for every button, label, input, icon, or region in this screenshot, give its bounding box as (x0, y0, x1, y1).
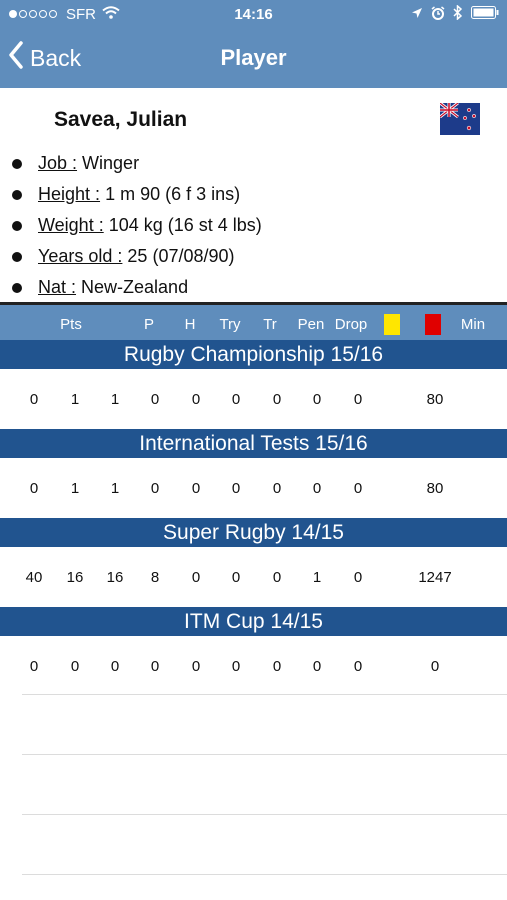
stats-row-super-rugby: 40 16 16 8 0 0 0 1 0 1247 (0, 547, 507, 607)
bullet (12, 282, 22, 293)
header-pts: Pts (60, 316, 82, 333)
player-attributes: Job : Winger Height : 1 m 90 (6 f 3 ins)… (12, 148, 262, 303)
stat-red: 0 (353, 480, 363, 497)
stat-try: 0 (150, 658, 160, 675)
section-title-super-rugby: Super Rugby 14/15 (0, 518, 507, 547)
stat-drop: 0 (272, 391, 282, 408)
nav-bar: Back Player (0, 30, 507, 88)
stats-row-international-tests: 0 1 1 0 0 0 0 0 0 80 (0, 458, 507, 518)
battery-icon (471, 6, 499, 23)
stat-yellow: 0 (312, 658, 322, 675)
stat-try: 0 (150, 480, 160, 497)
header-try: Try (219, 316, 241, 333)
attribute-weight: Weight : 104 kg (16 st 4 lbs) (12, 210, 262, 241)
attribute-key: Nat : (38, 277, 77, 297)
stat-yellow: 1 (312, 569, 322, 586)
attribute-key: Years old : (38, 246, 123, 266)
attribute-value: 1 m 90 (6 f 3 ins) (105, 184, 241, 204)
attribute-key: Height : (38, 184, 101, 204)
stat-drop: 0 (272, 480, 282, 497)
stat-drop: 0 (272, 569, 282, 586)
stat-tr: 0 (191, 391, 201, 408)
stat-pen: 0 (231, 391, 241, 408)
red-card-icon (425, 314, 441, 335)
bullet (12, 189, 22, 200)
stat-tr: 0 (191, 480, 201, 497)
header-p: P (143, 316, 155, 333)
header-drop: Drop (334, 316, 368, 333)
attribute-value: 25 (07/08/90) (127, 246, 235, 266)
stats-row-itm-cup: 0 0 0 0 0 0 0 0 0 0 (0, 636, 507, 696)
attribute-value: Winger (82, 153, 140, 173)
list-separator (22, 694, 507, 695)
stats-header: Pts P H Try Tr Pen Drop Min (0, 305, 507, 340)
stat-p: 16 (66, 569, 84, 586)
stat-tr: 0 (191, 569, 201, 586)
stat-h: 1 (110, 480, 120, 497)
section-title-itm-cup: ITM Cup 14/15 (0, 607, 507, 636)
header-pen: Pen (297, 316, 325, 333)
stat-h: 16 (106, 569, 124, 586)
stat-yellow: 0 (312, 480, 322, 497)
stat-yellow: 0 (312, 391, 322, 408)
yellow-card-icon (384, 314, 400, 335)
attribute-age: Years old : 25 (07/08/90) (12, 241, 262, 272)
stat-p: 1 (70, 391, 80, 408)
stat-pts: 0 (29, 658, 39, 675)
status-bar: SFR 14:16 (0, 0, 507, 30)
header-tr: Tr (263, 316, 277, 333)
page-title: Player (220, 45, 287, 70)
location-arrow-icon (411, 6, 423, 23)
stat-p: 1 (70, 480, 80, 497)
attribute-value: 104 kg (16 st 4 lbs) (108, 215, 262, 235)
stat-pen: 0 (231, 569, 241, 586)
stat-red: 0 (353, 391, 363, 408)
stat-red: 0 (353, 569, 363, 586)
stat-pts: 40 (25, 569, 43, 586)
stat-try: 8 (150, 569, 160, 586)
stat-red: 0 (353, 658, 363, 675)
attribute-key: Weight : (38, 215, 104, 235)
stat-h: 0 (110, 658, 120, 675)
player-card: Savea, Julian Job : Winger Height: 1 m … (0, 88, 507, 303)
bluetooth-icon (453, 4, 463, 24)
stat-h: 1 (110, 391, 120, 408)
alarm-clock-icon (431, 5, 445, 24)
section-title-rugby-championship: Rugby Championship 15/16 (0, 340, 507, 369)
bullet (12, 220, 22, 231)
stat-try: 0 (150, 391, 160, 408)
player-name: Savea, Julian (54, 108, 188, 131)
attribute-key: Job : (38, 153, 78, 173)
stat-drop: 0 (272, 658, 282, 675)
stat-pen: 0 (231, 480, 241, 497)
section-title-international-tests: International Tests 15/16 (0, 429, 507, 458)
attribute-value: New-Zealand (81, 277, 189, 297)
stat-pts: 0 (29, 480, 39, 497)
bullet (12, 158, 22, 169)
header-h: H (184, 316, 196, 333)
attribute-height: Height : 1 m 90 (6 f 3 ins) (12, 179, 262, 210)
stats-row-rugby-championship: 0 1 1 0 0 0 0 0 0 80 (0, 369, 507, 429)
attribute-job: Job : Winger (12, 148, 262, 179)
status-right (411, 4, 499, 24)
list-separator (22, 754, 507, 755)
stat-pts: 0 (29, 391, 39, 408)
stat-p: 0 (70, 658, 80, 675)
stat-min: 80 (426, 391, 444, 408)
player-screen: SFR 14:16 Back Player Savea, Julian Job … (0, 0, 507, 900)
top-bar: SFR 14:16 Back Player (0, 0, 507, 88)
header-min: Min (460, 316, 486, 333)
stat-pen: 0 (231, 658, 241, 675)
stat-tr: 0 (191, 658, 201, 675)
bullet (12, 251, 22, 262)
new-zealand-flag-icon (439, 101, 480, 135)
stat-min: 0 (430, 658, 440, 675)
attribute-nationality: Nat : New-Zealand (12, 272, 262, 303)
stat-min: 80 (426, 480, 444, 497)
stat-min: 1247 (418, 569, 452, 586)
list-separator (22, 814, 507, 815)
list-separator (22, 874, 507, 875)
